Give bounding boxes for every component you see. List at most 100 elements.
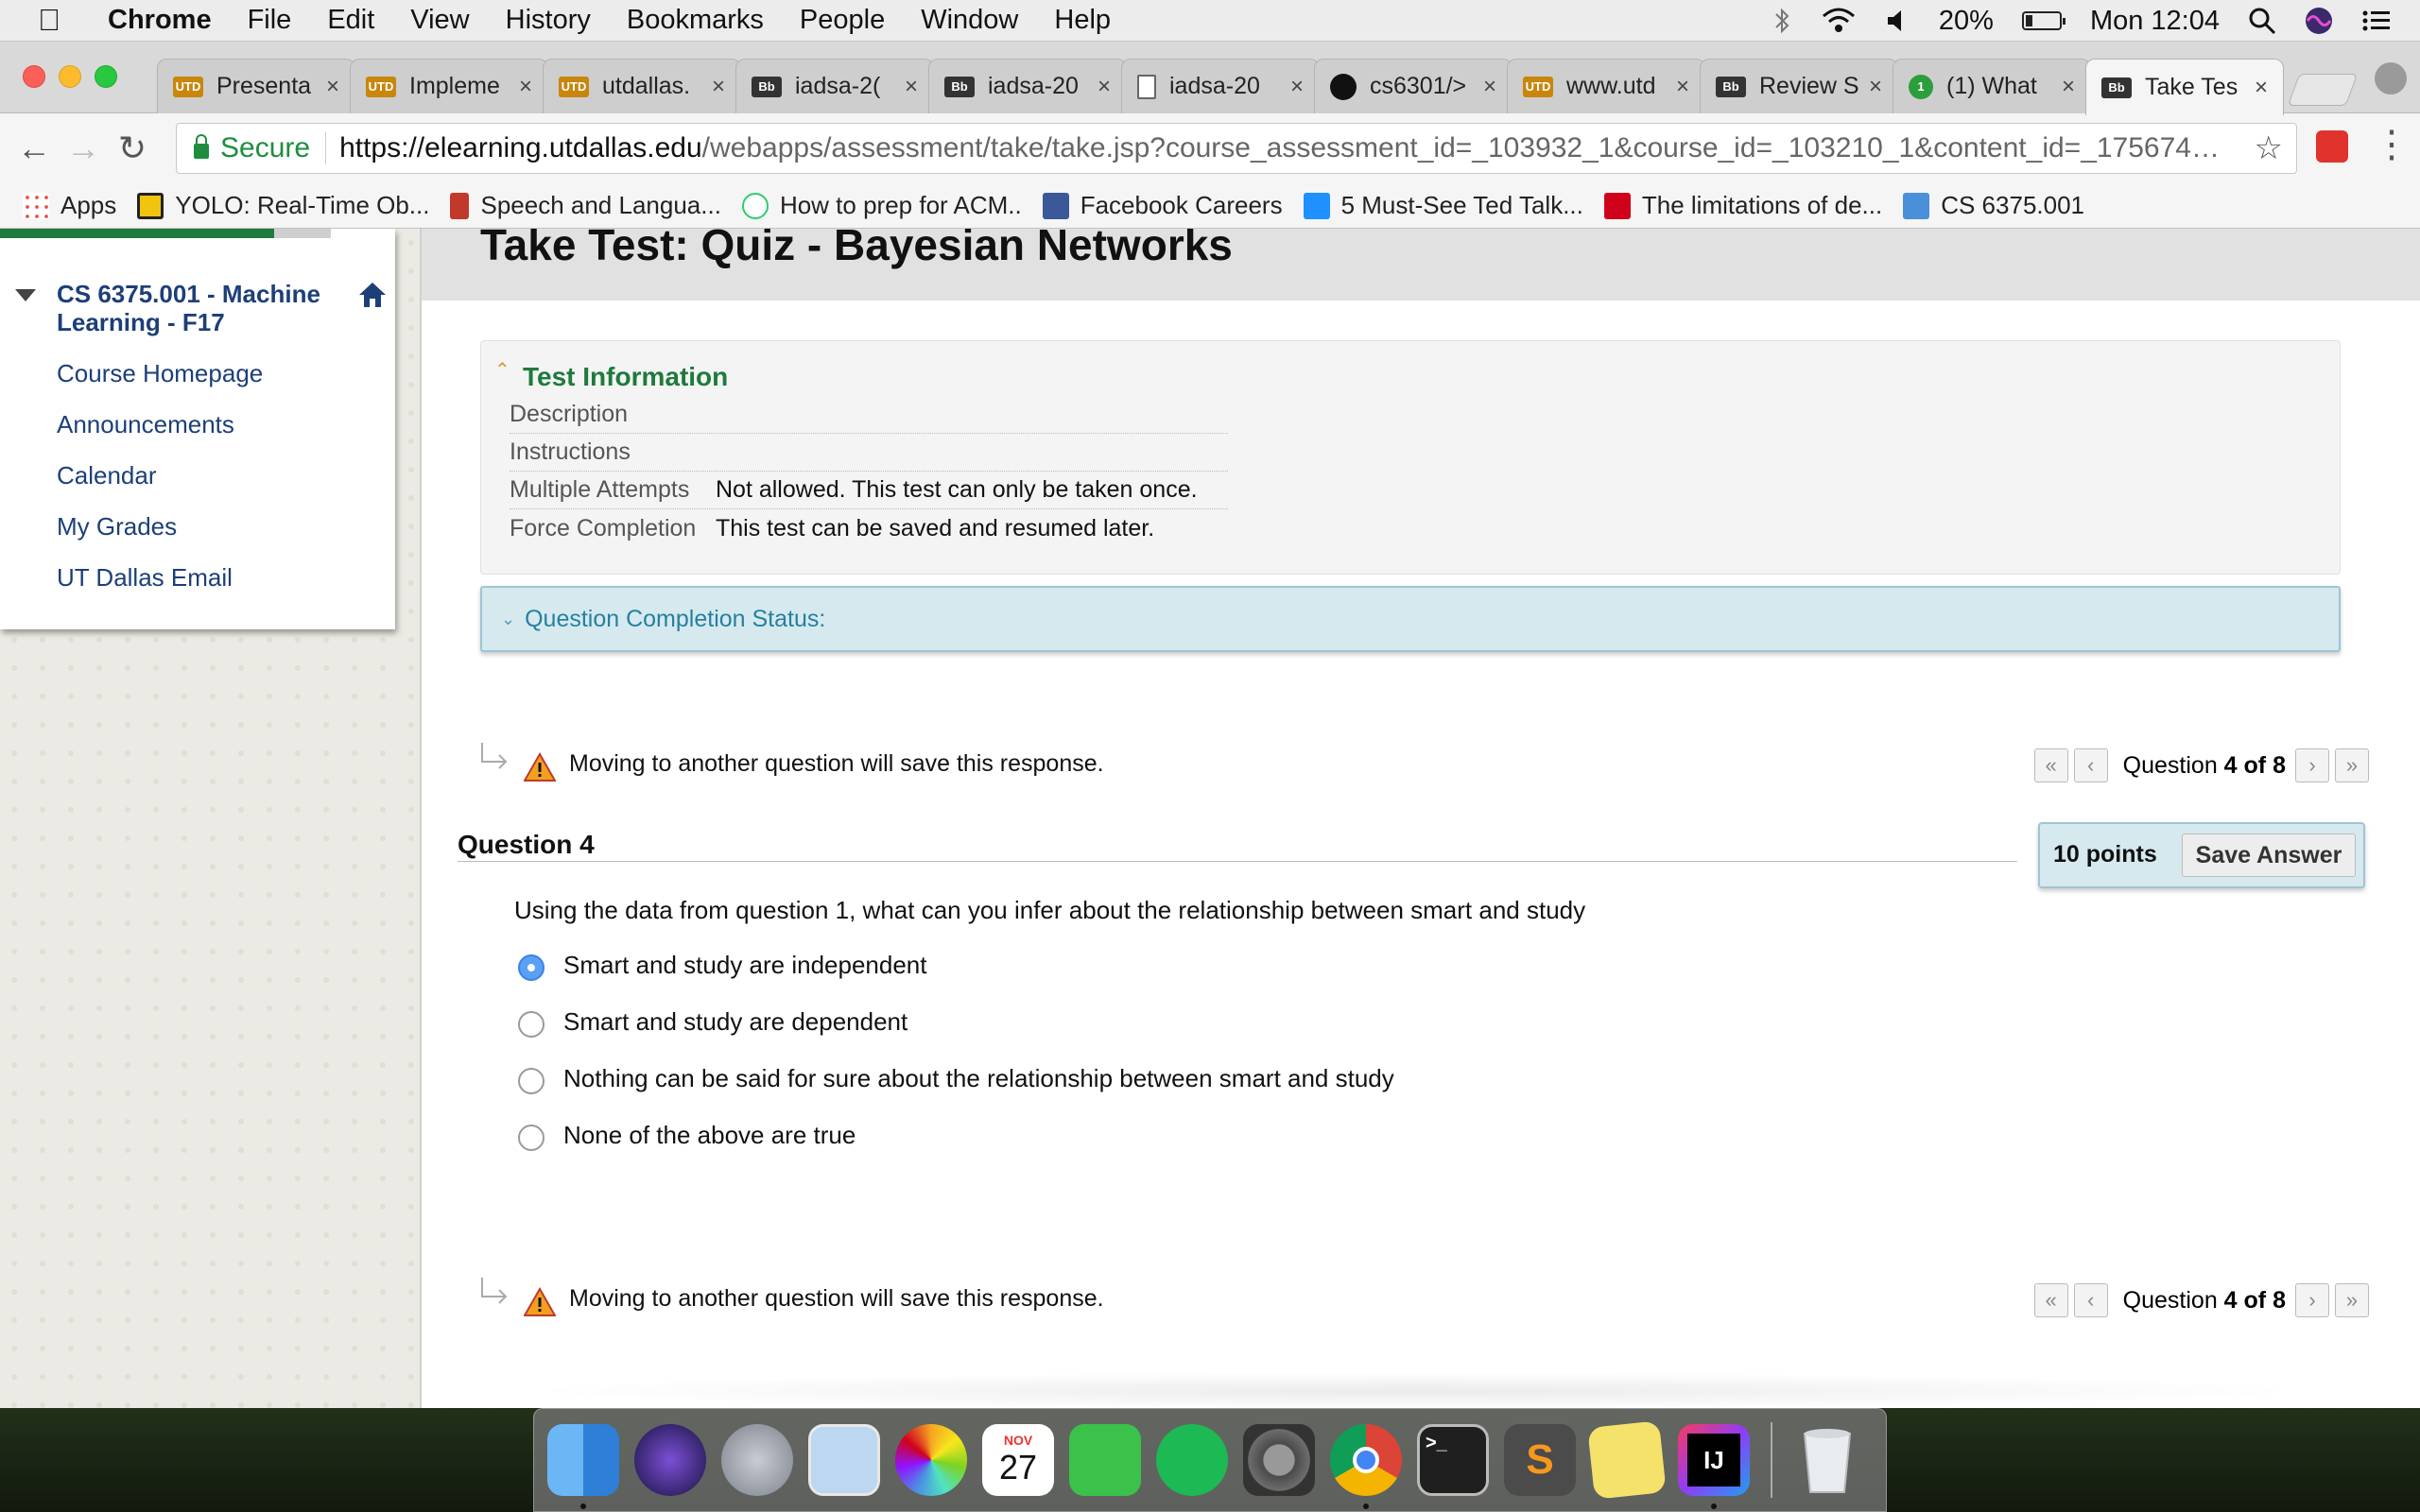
back-icon[interactable]: ←	[9, 129, 59, 168]
close-tab-icon[interactable]: ×	[706, 74, 731, 100]
photos-icon[interactable]	[895, 1424, 967, 1496]
first-question-icon[interactable]: «	[2033, 1283, 2068, 1317]
option-label[interactable]: Smart and study are independent	[563, 951, 926, 980]
answer-option[interactable]: Nothing can be said for sure about the r…	[518, 1062, 1394, 1094]
extension-icon[interactable]	[2316, 130, 2348, 163]
intellij-icon[interactable]: IJ	[1678, 1424, 1750, 1509]
collapse-caret-icon[interactable]	[15, 289, 36, 301]
finder-icon[interactable]	[547, 1424, 619, 1509]
option-label[interactable]: Nothing can be said for sure about the r…	[563, 1064, 1394, 1093]
radio-button[interactable]	[518, 1011, 544, 1038]
launchpad-icon[interactable]	[721, 1424, 793, 1496]
close-tab-icon[interactable]: ×	[513, 74, 538, 100]
volume-icon[interactable]	[1886, 7, 1910, 35]
trash-icon[interactable]	[1791, 1424, 1863, 1496]
new-tab-button[interactable]	[2287, 74, 2359, 106]
tab-quora[interactable]: 1 (1) What ×	[1893, 59, 2091, 113]
tab-utdallas[interactable]: UTD utdallas. ×	[543, 59, 741, 113]
bookmark-yolo[interactable]: YOLO: Real-Time Ob...	[137, 191, 429, 220]
menu-edit[interactable]: Edit	[327, 5, 374, 36]
option-label[interactable]: None of the above are true	[563, 1121, 856, 1150]
minimize-window-button[interactable]	[59, 65, 81, 88]
facetime-icon[interactable]	[1069, 1424, 1141, 1496]
bookmark-apps[interactable]: Apps	[23, 191, 116, 220]
close-tab-icon[interactable]: ×	[1092, 74, 1116, 100]
tab-review[interactable]: Bb Review S ×	[1700, 59, 1898, 113]
close-tab-icon[interactable]: ×	[1285, 74, 1309, 100]
bookmark-ted[interactable]: 5 Must-See Ted Talk...	[1303, 191, 1583, 220]
answer-option[interactable]: Smart and study are dependent	[518, 1005, 908, 1038]
chrome-menu-icon[interactable]: ⋮	[2373, 123, 2411, 166]
siri-icon[interactable]	[634, 1424, 706, 1496]
spotlight-search-icon[interactable]	[2248, 7, 2276, 35]
close-tab-icon[interactable]: ×	[320, 74, 345, 100]
apple-menu-icon[interactable]: 	[38, 3, 76, 38]
option-label[interactable]: Smart and study are dependent	[563, 1007, 908, 1037]
address-bar[interactable]: Secure https://elearning.utdallas.edu/we…	[176, 123, 2297, 174]
sidebar-item-course-homepage[interactable]: Course Homepage	[57, 359, 263, 388]
close-tab-icon[interactable]: ×	[2056, 74, 2081, 100]
tab-presentation[interactable]: UTD Presenta ×	[157, 59, 355, 113]
menu-people[interactable]: People	[800, 5, 885, 36]
sidebar-item-calendar[interactable]: Calendar	[57, 461, 157, 490]
tab-take-test[interactable]: Bb Take Tes ×	[2085, 59, 2284, 115]
first-question-icon[interactable]: «	[2033, 748, 2068, 782]
siri-menu-icon[interactable]	[2305, 7, 2333, 35]
menu-history[interactable]: History	[506, 5, 591, 36]
sidebar-item-announcements[interactable]: Announcements	[57, 410, 234, 439]
next-question-icon[interactable]: ›	[2295, 748, 2329, 782]
last-question-icon[interactable]: »	[2335, 748, 2369, 782]
menu-view[interactable]: View	[410, 5, 469, 36]
menu-app-name[interactable]: Chrome	[108, 5, 212, 36]
close-tab-icon[interactable]: ×	[1863, 74, 1888, 100]
collapse-chevron-icon[interactable]: ⌃	[494, 358, 510, 382]
sidebar-item-utd-email[interactable]: UT Dallas Email	[57, 563, 233, 593]
wifi-icon[interactable]	[1820, 7, 1858, 35]
answer-option[interactable]: Smart and study are independent	[518, 949, 926, 981]
test-information-title[interactable]: Test Information	[523, 362, 728, 392]
battery-icon[interactable]	[2021, 11, 2066, 30]
zoom-window-button[interactable]	[95, 65, 117, 88]
profile-avatar-icon[interactable]	[2375, 62, 2407, 94]
answer-option[interactable]: None of the above are true	[518, 1119, 856, 1151]
question-completion-status[interactable]: ⌄ Question Completion Status:	[480, 586, 2341, 652]
url-text[interactable]: https://elearning.utdallas.edu/webapps/a…	[339, 132, 2230, 164]
previous-question-icon[interactable]: ‹	[2073, 1283, 2108, 1317]
reload-icon[interactable]: ↻	[108, 129, 157, 168]
bookmark-star-icon[interactable]: ☆	[2255, 129, 2283, 167]
close-window-button[interactable]	[23, 65, 45, 88]
bookmark-speech[interactable]: Speech and Langua...	[450, 191, 721, 220]
radio-button[interactable]	[518, 1125, 544, 1151]
tab-implementation[interactable]: UTD Impleme ×	[350, 59, 548, 113]
home-icon[interactable]	[357, 280, 388, 310]
clock[interactable]: Mon 12:04	[2090, 6, 2220, 37]
bookmark-facebook[interactable]: Facebook Careers	[1042, 191, 1283, 220]
next-question-icon[interactable]: ›	[2295, 1283, 2329, 1317]
calendar-icon[interactable]: NOV 27	[982, 1424, 1054, 1496]
tab-www-utd[interactable]: UTD www.utd ×	[1507, 59, 1705, 113]
menu-window[interactable]: Window	[921, 5, 1018, 36]
chrome-icon[interactable]	[1330, 1424, 1402, 1509]
close-tab-icon[interactable]: ×	[2249, 75, 2273, 101]
tab-iadsa-2[interactable]: Bb iadsa-20 ×	[928, 59, 1127, 113]
sublime-text-icon[interactable]: S	[1504, 1424, 1576, 1496]
mail-icon[interactable]	[808, 1424, 880, 1496]
system-preferences-icon[interactable]	[1243, 1424, 1315, 1496]
bookmark-limitations[interactable]: The limitations of de...	[1603, 191, 1882, 220]
menu-file[interactable]: File	[248, 5, 292, 36]
previous-question-icon[interactable]: ‹	[2073, 748, 2108, 782]
tab-iadsa-1[interactable]: Bb iadsa-2( ×	[735, 59, 934, 113]
terminal-icon[interactable]: >_	[1417, 1424, 1489, 1496]
close-tab-icon[interactable]: ×	[899, 74, 924, 100]
sidebar-item-my-grades[interactable]: My Grades	[57, 512, 177, 541]
bluetooth-icon[interactable]	[1772, 7, 1791, 35]
last-question-icon[interactable]: »	[2335, 1283, 2369, 1317]
radio-button-selected[interactable]	[518, 954, 544, 981]
course-title[interactable]: CS 6375.001 - Machine Learning - F17	[57, 280, 340, 336]
tab-github[interactable]: cs6301/> ×	[1314, 59, 1512, 113]
spotify-icon[interactable]	[1156, 1424, 1228, 1496]
save-answer-button[interactable]: Save Answer	[2182, 833, 2356, 877]
bookmark-cs6375[interactable]: CS 6375.001	[1903, 191, 2084, 220]
close-tab-icon[interactable]: ×	[1670, 74, 1695, 100]
close-tab-icon[interactable]: ×	[1478, 74, 1502, 100]
